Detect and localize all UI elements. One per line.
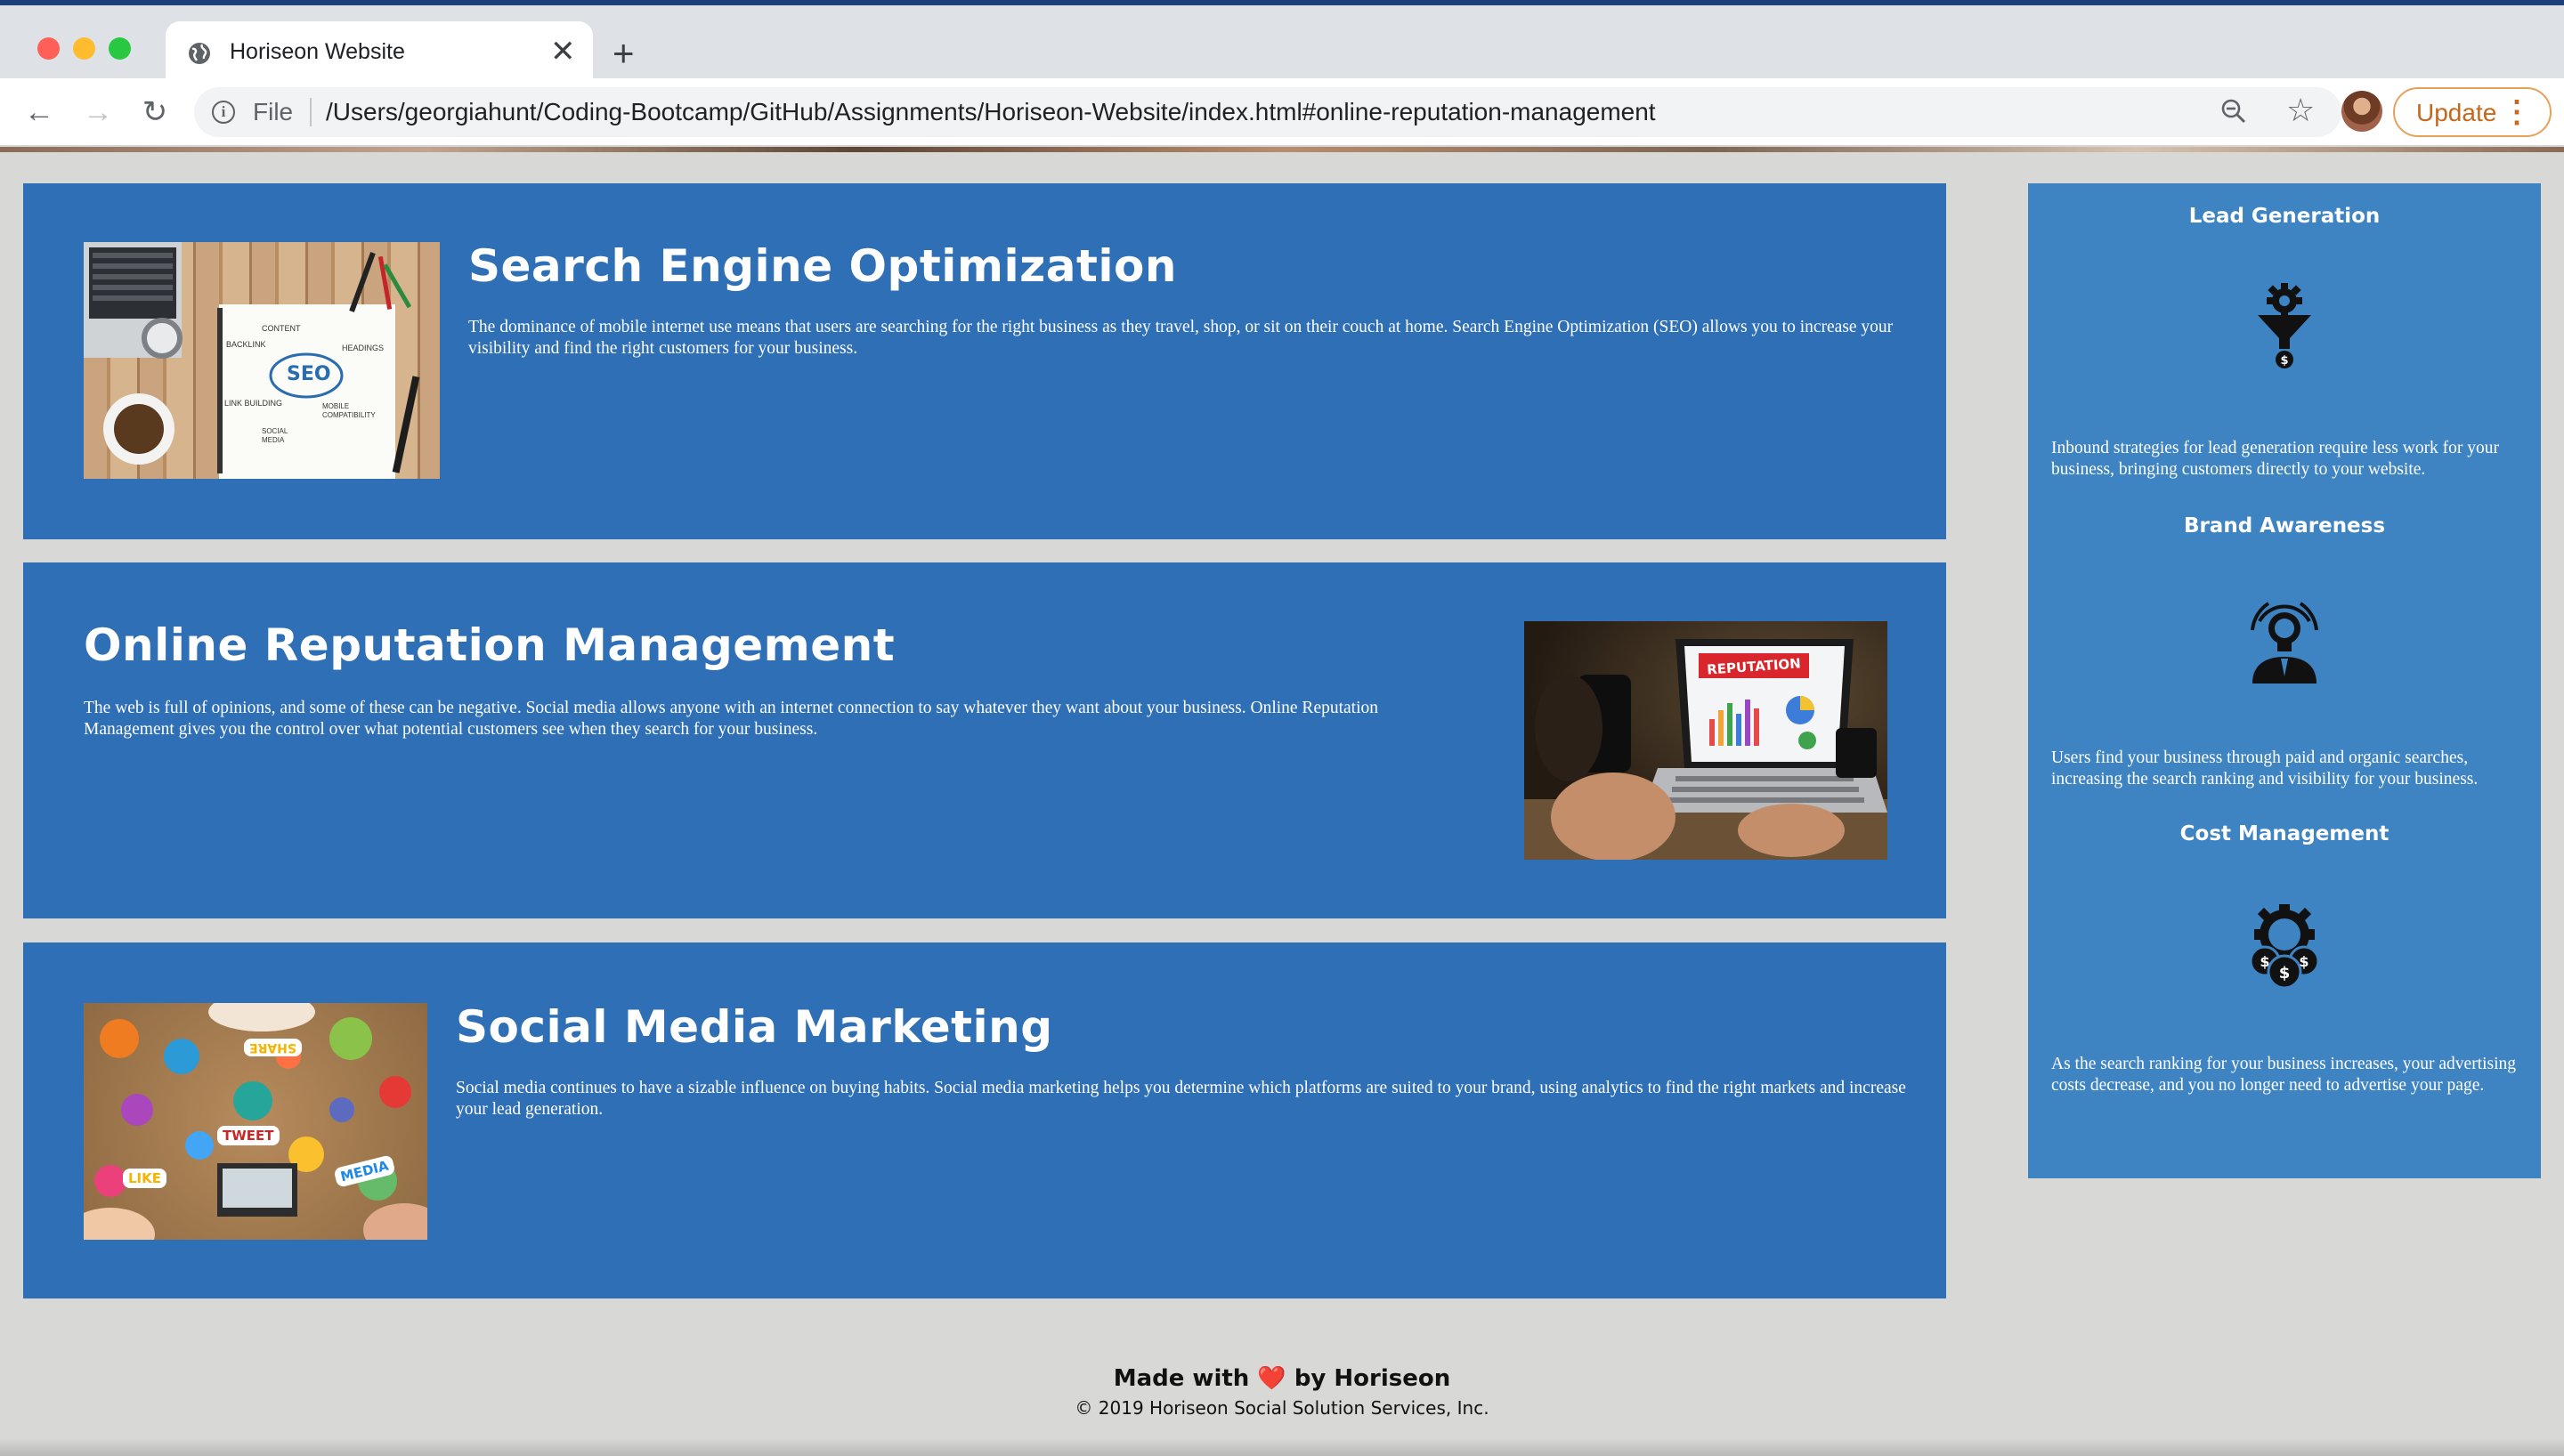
svg-text:$: $	[2279, 964, 2291, 983]
footer-made-with-text: Made with	[1113, 1365, 1250, 1392]
footer-made-with: Made with ❤️ by Horiseon	[0, 1365, 2564, 1392]
bookmark-star-icon[interactable]: ☆	[2286, 93, 2315, 128]
menu-dots-icon[interactable]: ⋮	[2502, 94, 2532, 130]
reputation-illustration	[1524, 639, 1887, 860]
close-window-button[interactable]	[37, 37, 60, 60]
article-text: Social media continues to have a sizable…	[456, 1079, 1906, 1119]
tab-title: Horiseon Website	[230, 39, 405, 64]
cost-management-text: As the search ranking for your business …	[2051, 1055, 2517, 1095]
tab-strip: Horiseon Website ✕ +	[0, 5, 2564, 84]
social-media-image: SHARE TWEET LIKE MEDIA	[84, 1003, 427, 1240]
lead-funnel-icon: $	[2258, 283, 2311, 368]
lead-generation-text: Inbound strategies for lead generation r…	[2051, 439, 2500, 479]
forward-button[interactable]: →	[80, 94, 116, 130]
globe-icon	[189, 43, 210, 64]
heart-icon: ❤️	[1257, 1365, 1286, 1392]
article-title: Search Engine Optimization	[468, 240, 1177, 292]
scheme-label: File	[253, 98, 294, 125]
article-title: Online Reputation Management	[84, 619, 896, 671]
seo-word-mobile: MOBILE COMPATIBILITY	[322, 402, 376, 419]
url-text[interactable]: /Users/georgiahunt/Coding-Bootcamp/GitHu…	[326, 98, 1656, 126]
new-tab-button[interactable]: +	[613, 32, 635, 75]
article-text: The web is full of opinions, and some of…	[84, 699, 1379, 739]
back-button[interactable]: ←	[21, 94, 57, 130]
info-icon[interactable]: i	[212, 101, 235, 124]
smm-word-share: SHARE	[244, 1039, 302, 1056]
seo-word-backlink: BACKLINK	[226, 340, 266, 349]
lightbulb-person-icon	[2251, 602, 2318, 684]
brand-awareness-title: Brand Awareness	[2183, 514, 2386, 538]
footer-by-text: by Horiseon	[1294, 1365, 1451, 1392]
article-social-media-marketing: SHARE TWEET LIKE MEDIA Social Media Mark…	[23, 942, 1946, 1298]
benefits-sidebar: Lead Generation $ Inbound strategies for…	[2028, 183, 2541, 1178]
browser-toolbar: ← → ↻ i File /Users/georgiahunt/Coding-B…	[0, 78, 2564, 146]
svg-text:$: $	[2280, 354, 2288, 368]
reputation-image: REPUTATION	[1524, 621, 1887, 860]
minimize-window-button[interactable]	[73, 37, 95, 60]
zoom-window-button[interactable]	[109, 37, 131, 60]
footer-copyright: © 2019 Horiseon Social Solution Services…	[1075, 1397, 1489, 1419]
smm-word-like: LIKE	[123, 1169, 167, 1188]
article-title: Social Media Marketing	[456, 1001, 1053, 1053]
svg-text:$: $	[2260, 953, 2269, 970]
omnibox-divider	[310, 98, 312, 126]
smm-word-tweet: TWEET	[217, 1126, 280, 1145]
seo-image: SEO CONTENT BACKLINK HEADINGS LINK BUILD…	[84, 242, 440, 479]
gear-dollar-icon: $ $ $	[2249, 904, 2320, 990]
window-bottom-edge	[0, 1438, 2564, 1456]
article-online-reputation-management: Online Reputation Management The web is …	[23, 562, 1946, 918]
article-seo: SEO CONTENT BACKLINK HEADINGS LINK BUILD…	[23, 183, 1946, 539]
seo-word-headings: HEADINGS	[342, 344, 385, 352]
hero-image-edge	[0, 147, 2564, 152]
update-label: Update	[2416, 99, 2497, 126]
brand-awareness-text: Users find your business through paid an…	[2051, 748, 2479, 789]
cost-management-title: Cost Management	[2179, 822, 2390, 845]
address-bar[interactable]: i File /Users/georgiahunt/Coding-Bootcam…	[194, 87, 2341, 137]
svg-text:$: $	[2299, 953, 2308, 970]
seo-image-label: SEO	[287, 363, 331, 385]
article-text: The dominance of mobile internet use mea…	[468, 318, 1894, 358]
lead-generation-title: Lead Generation	[2188, 205, 2381, 228]
seo-word-content: CONTENT	[262, 324, 301, 333]
browser-tab[interactable]: Horiseon Website ✕	[166, 21, 593, 84]
update-button[interactable]: Update ⋮	[2393, 87, 2552, 137]
seo-word-link-building: LINK BUILDING	[224, 399, 283, 408]
profile-avatar[interactable]	[2341, 91, 2382, 132]
close-tab-icon[interactable]: ✕	[550, 34, 576, 69]
reload-button[interactable]: ↻	[137, 94, 173, 130]
seo-word-social: SOCIAL MEDIA	[262, 427, 288, 444]
zoom-out-icon[interactable]	[2220, 98, 2247, 125]
